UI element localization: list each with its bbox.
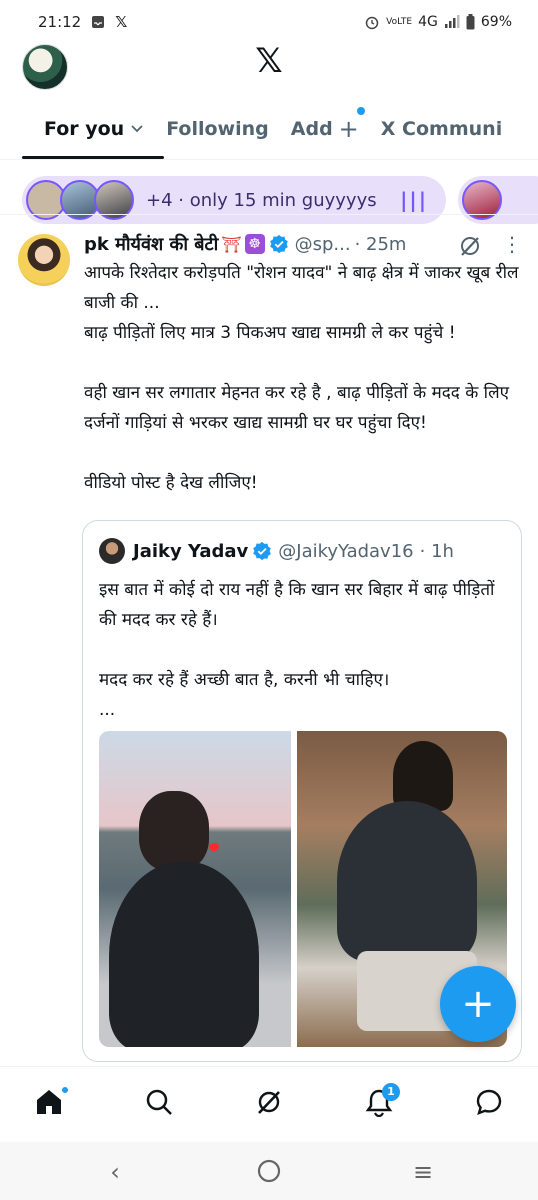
space-title: +4 · only 15 min guyyyys [146,189,377,211]
inbox-icon [91,15,105,29]
quote-text: इस बात में कोई दो राय नहीं है कि खान सर … [99,580,495,720]
dharma-wheel-icon: ☸ [244,234,265,254]
profile-avatar[interactable] [22,44,68,90]
battery-icon [466,14,475,30]
author-handle[interactable]: @sp... [295,234,351,255]
quote-time: · 1h [419,540,454,562]
plus-icon: + [338,107,365,143]
notification-badge: 1 [382,1083,400,1101]
quote-header: Jaiky Yadav @JaikyYadav16 · 1h [99,537,454,565]
alarm-icon [364,14,380,30]
tab-label: Add [290,118,333,140]
bottom-nav: 1 [0,1066,538,1142]
back-icon[interactable]: ‹ [100,1158,130,1186]
x-notification-icon: 𝕏 [115,13,128,31]
verified-badge-icon [269,234,288,254]
verified-badge-icon [253,541,272,561]
media-image[interactable] [99,731,291,1047]
home-unread-dot [60,1085,70,1095]
status-bar: 21:12 𝕏 VoLTE 4G 69% [0,0,538,44]
messages-icon[interactable] [472,1085,506,1119]
photo-subject [337,801,477,961]
divider [0,159,538,160]
author-name[interactable]: pk मौर्यवंश की बेटी [84,232,218,256]
space-card[interactable]: +4 · only 15 min guyyyys ||| [22,176,446,224]
post-time[interactable]: · 25m [355,234,407,255]
compose-button[interactable]: + [440,966,516,1042]
network-label: 4G [418,14,438,30]
spaces-row: +4 · only 15 min guyyyys ||| [0,172,538,226]
tab-x-communities[interactable]: X Communi [370,118,513,140]
post-text: आपके रिश्तेदार करोड़पति "रोशन यादव" ने ब… [84,263,519,493]
more-options-icon[interactable]: ⋮ [502,230,522,258]
tab-add[interactable]: Add + [280,107,370,143]
divider [0,214,538,215]
recent-apps-icon[interactable]: ≡ [408,1158,438,1186]
tab-label: X Communi [380,118,503,140]
audio-bars-icon: ||| [400,188,428,212]
system-nav: ‹ ≡ [0,1142,538,1200]
chevron-down-icon [131,125,143,133]
avatar [99,538,125,564]
signal-icon [444,15,460,29]
torii-icon: ⛩ [221,234,242,254]
battery-percent: 69% [480,14,512,30]
photo-subject [209,843,219,851]
quote-author-handle: @JaikyYadav16 [278,540,414,562]
grok-icon[interactable] [252,1085,286,1119]
tab-following[interactable]: Following [155,118,280,140]
status-time: 21:12 [38,13,82,31]
x-logo-icon[interactable]: 𝕏 [252,44,286,78]
tab-label: Following [166,118,269,140]
volte-label: VoLTE [386,17,413,27]
grok-icon[interactable] [458,234,482,258]
timeline-tabs: For you Following Add + X Communi [0,100,538,158]
avatar[interactable] [18,234,70,286]
tab-label: For you [44,118,125,140]
space-card[interactable] [458,176,538,224]
photo-subject [139,791,209,871]
quote-author-name: Jaiky Yadav [133,540,249,562]
home-circle-icon[interactable] [254,1158,284,1186]
tab-for-you[interactable]: For you [0,118,155,140]
photo-subject [109,861,259,1047]
search-icon[interactable] [142,1085,176,1119]
app-header: 𝕏 [0,44,538,94]
